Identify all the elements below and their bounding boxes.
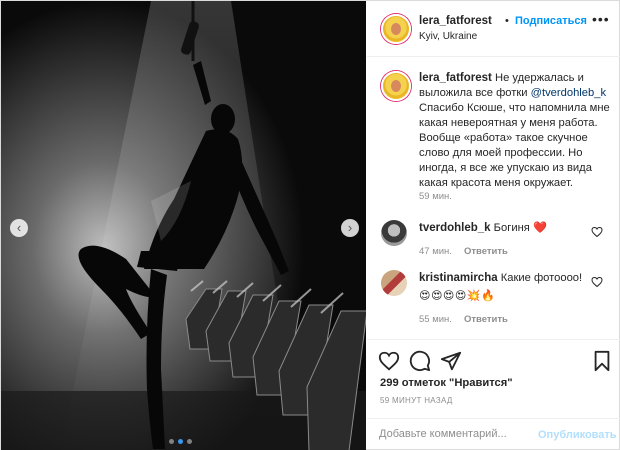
author-username[interactable]: lera_fatforest — [419, 15, 492, 27]
comment-time: 55 мин. — [419, 314, 452, 325]
caption-time: 59 мин. — [419, 191, 452, 202]
post-header: lera_fatforest • Подписаться Kyiv, Ukrai… — [367, 1, 620, 57]
comment-time: 47 мин. — [419, 246, 452, 257]
post-details-panel: lera_fatforest • Подписаться Kyiv, Ukrai… — [367, 1, 620, 450]
comment-body: kristinamircha Какие фотоооо! 😍😍😍😍💥🔥 — [419, 271, 587, 304]
follow-button[interactable]: Подписаться — [515, 15, 587, 27]
heart-icon[interactable] — [378, 350, 400, 372]
separator-dot: • — [505, 15, 509, 27]
author-avatar[interactable] — [381, 14, 411, 44]
comment-username[interactable]: kristinamircha — [419, 272, 498, 284]
post-location[interactable]: Kyiv, Ukraine — [419, 31, 477, 42]
caption-text-part: Спасибо Ксюше, что напомнила мне какая н… — [419, 102, 610, 189]
comment-body: tverdohleb_k Богиня ❤️ — [419, 221, 587, 236]
chevron-left-icon[interactable]: ‹ — [10, 219, 28, 237]
comment-input[interactable] — [379, 428, 529, 440]
share-icon[interactable] — [440, 350, 462, 372]
commenter-avatar[interactable] — [381, 220, 407, 246]
publish-button[interactable]: Опубликовать — [538, 429, 617, 441]
comment-text: Какие фотоооо! — [497, 272, 583, 284]
posted-time[interactable]: 59 МИНУТ НАЗАД — [380, 396, 453, 405]
stage-photo-image — [1, 1, 366, 450]
comment-username[interactable]: tverdohleb_k — [419, 222, 491, 234]
reply-button[interactable]: Ответить — [464, 246, 508, 257]
add-comment-bar: Опубликовать — [367, 418, 620, 450]
comment-meta: 47 мин. Ответить — [419, 246, 508, 257]
carousel-dot — [187, 439, 192, 444]
reply-button[interactable]: Ответить — [464, 314, 508, 325]
post-actions — [367, 339, 620, 379]
heart-icon[interactable] — [591, 276, 603, 288]
likes-count[interactable]: 299 отметок "Нравится" — [380, 377, 513, 389]
caption-avatar[interactable] — [381, 71, 411, 101]
bookmark-icon[interactable] — [591, 350, 613, 372]
heart-icon[interactable] — [591, 226, 603, 238]
comment-emoji: 😍😍😍😍💥🔥 — [419, 290, 496, 302]
carousel-dot-active — [178, 439, 183, 444]
chevron-right-icon[interactable]: › — [341, 219, 359, 237]
comment-meta: 55 мин. Ответить — [419, 314, 508, 325]
caption-mention-link[interactable]: @tverdohleb_k — [531, 87, 606, 99]
carousel-indicator — [169, 439, 192, 444]
carousel-dot — [169, 439, 174, 444]
post-photo[interactable]: ‹ › — [1, 1, 366, 450]
more-horizontal-icon[interactable]: ••• — [592, 11, 610, 27]
instagram-post: ‹ › lera_fatforest • Подписаться Kyiv, U… — [0, 0, 620, 450]
comment-icon[interactable] — [409, 350, 431, 372]
caption-text: lera_fatforest Не удержалась и выложила … — [419, 71, 615, 191]
comment-emoji: ❤️ — [532, 222, 547, 234]
commenter-avatar[interactable] — [381, 270, 407, 296]
comment-text: Богиня — [490, 222, 533, 234]
caption-username[interactable]: lera_fatforest — [419, 72, 492, 84]
